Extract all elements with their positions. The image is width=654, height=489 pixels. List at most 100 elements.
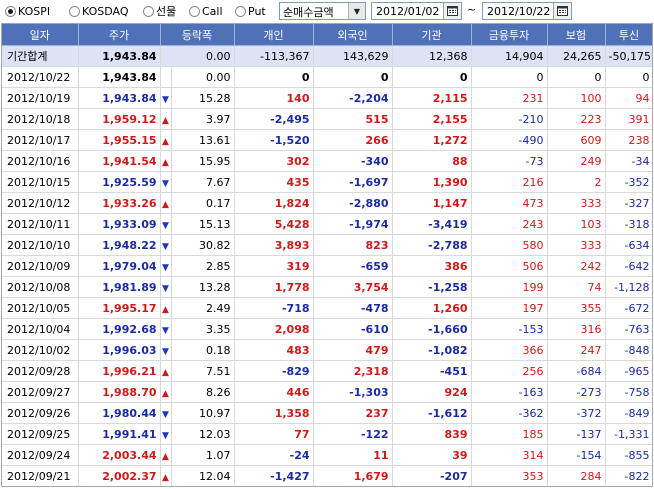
col-header-price[interactable]: 주가	[78, 24, 161, 46]
change-direction: ▼	[160, 87, 172, 109]
cell-price: 1,995.17	[78, 297, 161, 319]
chevron-down-icon[interactable]: ▼	[348, 3, 365, 19]
radio-kospi[interactable]: KOSPI	[5, 3, 50, 19]
cell-institution: 39	[392, 444, 472, 466]
radio-kospi-label: KOSPI	[18, 4, 51, 18]
cell-foreign: -610	[313, 318, 393, 340]
cell-financial-investment: 580	[471, 234, 548, 256]
cell-price: 2,003.44	[78, 444, 161, 466]
radio-put[interactable]: Put	[235, 3, 266, 19]
cell-institution: -1,660	[392, 318, 472, 340]
start-date-field[interactable]: 2012/01/02	[371, 2, 462, 20]
date-range-separator: ~	[467, 3, 477, 16]
cell-change: 0.00	[171, 66, 235, 88]
cell-financial-investment: 216	[471, 171, 548, 193]
cell-individual: -24	[234, 444, 314, 466]
cell-foreign: -340	[313, 150, 393, 172]
radio-call[interactable]: Call	[189, 3, 223, 19]
cell-individual: 77	[234, 423, 314, 445]
cell-insurance: -264	[547, 487, 605, 488]
cell-insurance: 333	[547, 192, 606, 214]
col-header-investment-trust[interactable]: 투신	[605, 24, 652, 46]
cell-individual: 319	[234, 255, 314, 277]
table-row[interactable]: 2012/10/02 1,996.03 ▼ 0.18 483 479 -1,082 366 24…	[2, 339, 652, 361]
table-row[interactable]: 2012/10/15 1,925.59 ▼ 7.67 435 -1,697 1,390 216…	[2, 171, 652, 193]
table-row[interactable]: 2012/09/21 2,002.37 ▲ 12.04 -1,427 1,679 -207 3…	[2, 465, 652, 486]
cell-individual: 5,428	[234, 213, 314, 235]
cell-change: 30.82	[171, 234, 235, 256]
table-row[interactable]: 2012/10/12 1,933.26 ▲ 0.17 1,824 -2,880 1,147 4…	[2, 192, 652, 214]
table-row[interactable]: 2012/10/08 1,981.89 ▼ 13.28 1,778 3,754 -1,258…	[2, 276, 652, 298]
radio-kosdaq[interactable]: KOSDAQ	[69, 3, 129, 19]
cell-individual: -2,495	[234, 108, 314, 130]
radio-put-label: Put	[248, 4, 266, 18]
cell-institution: -3,419	[392, 213, 472, 235]
table-row[interactable]: 2012/10/10 1,948.22 ▼ 30.82 3,893 823 -2,788 58…	[2, 234, 652, 256]
change-direction: ▲	[160, 360, 172, 382]
cell-investment-trust: -849	[605, 402, 652, 424]
radio-put-dot[interactable]	[235, 5, 246, 17]
cell-financial-investment: 314	[471, 487, 547, 488]
cell-price: 1,988.70	[78, 381, 161, 403]
cell-date: 2012/10/10	[2, 234, 79, 256]
triangle-down-icon: ▼	[162, 94, 169, 105]
cell-change: 3.97	[171, 108, 235, 130]
cell-investment-trust: -318	[605, 213, 652, 235]
col-header-insurance[interactable]: 보험	[547, 24, 606, 46]
cell-insurance: 74	[547, 276, 606, 298]
cell-financial-investment: 197	[471, 297, 548, 319]
triangle-up-icon: ▲	[162, 304, 169, 315]
col-header-individual[interactable]: 개인	[234, 24, 314, 46]
table-row[interactable]: 2012/10/05 1,995.17 ▲ 2.49 -718 -478 1,260 197 3…	[2, 297, 652, 319]
cell-foreign: 823	[313, 234, 393, 256]
cell-investment-trust: -1,128	[605, 276, 652, 298]
radio-call-dot[interactable]	[189, 5, 200, 17]
col-header-change[interactable]: 등락폭	[160, 24, 235, 46]
calendar-icon[interactable]	[553, 3, 571, 19]
table-row[interactable]: 2012/09/26 1,980.44 ▼ 10.97 1,358 237 -1,612 -3…	[2, 402, 652, 424]
col-header-institution[interactable]: 기관	[392, 24, 472, 46]
cell-price: 2,002.37	[78, 465, 161, 486]
cell-price: 1,925.59	[78, 171, 161, 193]
cell-foreign: -1,974	[313, 213, 393, 235]
table-row[interactable]: 2012/09/27 1,988.70 ▲ 8.26 446 -1,303 924 -163-…	[2, 381, 652, 403]
col-header-date[interactable]: 일자	[2, 24, 79, 46]
col-header-financial-investment[interactable]: 금융투자	[471, 24, 548, 46]
cell-insurance: 223	[547, 108, 606, 130]
change-direction: ▲	[160, 129, 172, 151]
cell-individual: -1,520	[234, 129, 314, 151]
cell-institution: 1,390	[392, 171, 472, 193]
cell-financial-investment: 314	[471, 444, 548, 466]
table-row[interactable]: 2012/10/18 1,959.12 ▲ 3.97 -2,495 515 2,155 -21…	[2, 108, 652, 130]
table-row[interactable]: 2012/10/04 1,992.68 ▼ 3.35 2,098 -610 -1,660 -1…	[2, 318, 652, 340]
table-row[interactable]: 2012/09/25 1,991.41 ▼ 12.03 77 -122 839 185 -137…	[2, 423, 652, 445]
table-row[interactable]: 2012/09/201,990.33▼17.555561,678-2,10231…	[2, 487, 653, 488]
cell-individual: 556	[234, 487, 313, 488]
table-row[interactable]: 2012/10/22 1,943.84 0.00 0 0 0 0 0 0	[2, 66, 652, 88]
cell-institution: -1,082	[392, 339, 472, 361]
end-date-field[interactable]: 2012/10/22	[482, 2, 572, 20]
radio-futures[interactable]: 선물	[143, 3, 176, 19]
metric-select[interactable]: 순매수금액 ▼	[279, 2, 366, 20]
calendar-icon[interactable]	[443, 3, 461, 19]
summary-individual: -113,367	[234, 45, 314, 67]
radio-futures-label: 선물	[156, 5, 177, 18]
summary-change: 0.00	[160, 45, 235, 67]
end-date-value: 2012/10/22	[487, 5, 551, 18]
radio-kosdaq-dot[interactable]	[69, 5, 80, 17]
table-row[interactable]: 2012/10/19 1,943.84 ▼ 15.28 140 -2,204 2,115 23…	[2, 87, 652, 109]
radio-kospi-dot[interactable]	[5, 5, 16, 17]
summary-row[interactable]: 기간합계 1,943.84 0.00 -113,367 143,629 12,3…	[2, 45, 652, 67]
col-header-foreign[interactable]: 외국인	[313, 24, 393, 46]
table-row[interactable]: 2012/10/16 1,941.54 ▲ 15.95 302 -340 88 -73 249-…	[2, 150, 652, 172]
table-row[interactable]: 2012/10/09 1,979.04 ▼ 2.85 319 -659 386 506 242-…	[2, 255, 652, 277]
table-row[interactable]: 2012/09/28 1,996.21 ▲ 7.51 -829 2,318 -451 256-…	[2, 360, 652, 382]
table-row[interactable]: 2012/10/11 1,933.09 ▼ 15.13 5,428 -1,974 -3,41…	[2, 213, 652, 235]
table-row[interactable]: 2012/10/17 1,955.15 ▲ 13.61 -1,520 266 1,272 -4…	[2, 129, 652, 151]
cell-change: 7.51	[171, 360, 235, 382]
radio-futures-dot[interactable]	[143, 5, 154, 17]
table-row[interactable]: 2012/09/24 2,003.44 ▲ 1.07 -24 11 39 314 -154 -85…	[2, 444, 652, 466]
cell-change: 2.49	[171, 297, 235, 319]
cell-foreign: -2,204	[313, 87, 393, 109]
cell-insurance: -684	[547, 360, 606, 382]
